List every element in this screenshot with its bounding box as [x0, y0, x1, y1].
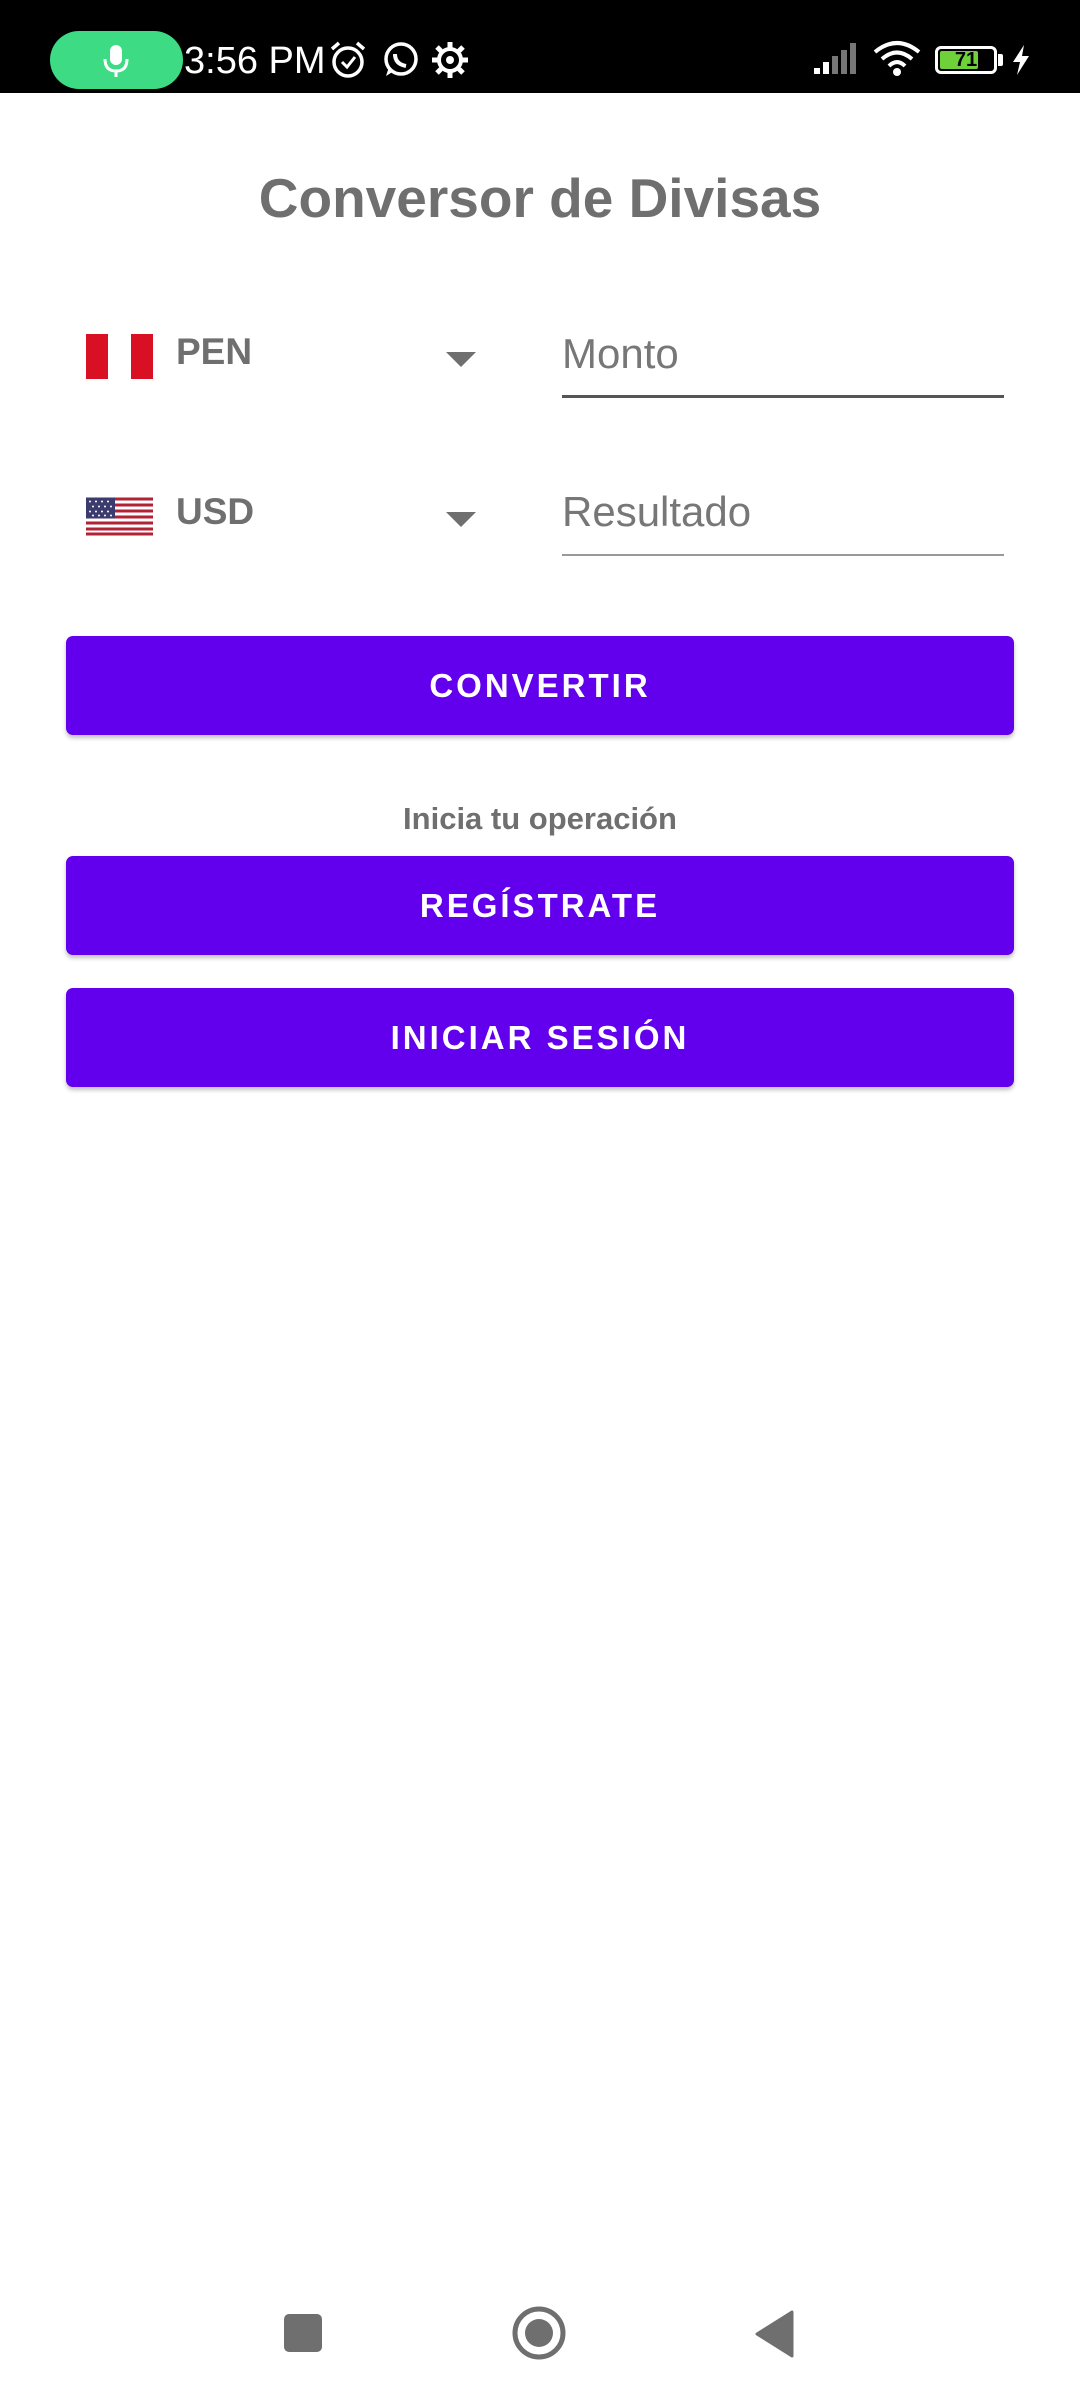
auth-hint: Inicia tu operación	[403, 801, 677, 836]
convert-button[interactable]: CONVERTIR	[66, 636, 1014, 735]
home-circle-icon[interactable]	[512, 2306, 566, 2360]
mic-icon	[103, 45, 129, 77]
signal-icon	[814, 43, 856, 74]
status-time: 3:56 PM	[184, 40, 326, 82]
result-field[interactable]	[562, 476, 1004, 556]
amount-input[interactable]	[562, 318, 1004, 390]
recents-square-icon[interactable]	[284, 2314, 322, 2352]
result-input[interactable]	[562, 476, 1004, 548]
status-bar: 3:56 PM 71	[0, 0, 1080, 93]
result-underline	[562, 554, 1004, 556]
whatsapp-icon	[384, 42, 418, 76]
peru-flag-icon	[86, 334, 153, 379]
battery-tip	[998, 54, 1003, 66]
app-screen: 3:56 PM 71 Conversor de Divisas PEN Mont…	[0, 0, 1080, 2400]
mic-indicator[interactable]	[50, 31, 183, 89]
settings-gear-icon	[432, 42, 468, 78]
amount-underline	[562, 395, 1004, 398]
wifi-icon	[873, 41, 921, 76]
page-title: Conversor de Divisas	[258, 167, 822, 229]
to-currency-code: USD	[176, 491, 255, 532]
alarm-icon	[330, 41, 366, 78]
from-currency-code: PEN	[176, 331, 253, 372]
login-button[interactable]: INICIAR SESIÓN	[66, 988, 1014, 1087]
register-button[interactable]: REGÍSTRATE	[66, 856, 1014, 955]
back-triangle-icon[interactable]	[754, 2310, 794, 2358]
navigation-bar	[0, 2270, 1080, 2400]
charging-bolt-icon	[1013, 45, 1029, 75]
chevron-down-icon	[446, 352, 476, 367]
battery-level: 71	[954, 49, 978, 71]
usa-flag-icon	[86, 497, 153, 536]
from-currency-spinner[interactable]: PEN	[86, 314, 486, 394]
battery-icon: 71	[935, 46, 997, 74]
amount-field[interactable]	[562, 318, 1004, 398]
chevron-down-icon	[446, 512, 476, 527]
to-currency-spinner[interactable]: USD	[86, 474, 486, 554]
